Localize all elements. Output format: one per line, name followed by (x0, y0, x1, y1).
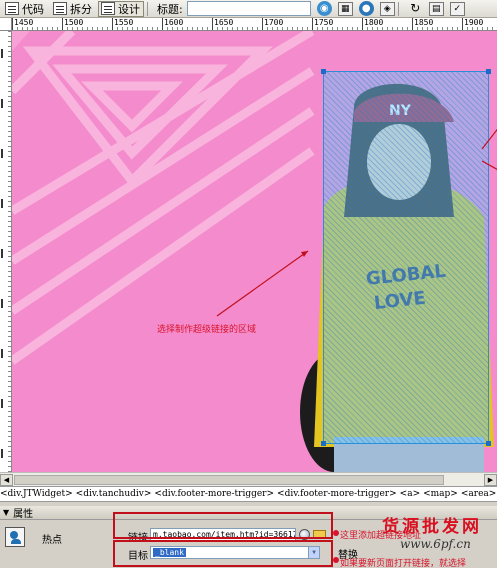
ruler-tick-label: 1650 (214, 18, 234, 27)
split-view-icon (53, 2, 67, 15)
refresh-icon[interactable]: ↻ (408, 2, 423, 16)
code-view-button[interactable]: 代码 (2, 1, 48, 17)
ruler-tick-label: 1600 (164, 18, 184, 27)
hotspot-label: 热点 (42, 535, 62, 546)
watermark-url: www.6pf.cn (400, 537, 471, 551)
design-view-label: 设计 (118, 2, 140, 16)
scroll-left-icon[interactable]: ◀ (0, 474, 13, 486)
ruler-tick-label: 1500 (64, 18, 84, 27)
file-management-icon[interactable]: ▦ (337, 1, 353, 16)
properties-title: 属性 (13, 509, 34, 520)
target-annotation: 如果要新页面打开链接，就选择 (340, 559, 467, 568)
split-view-button[interactable]: 拆分 (50, 1, 96, 17)
design-view-button[interactable]: 设计 (98, 0, 144, 17)
canvas-annotation: 选择制作超级链接的区域 (157, 325, 257, 335)
tag-selector-item[interactable]: <map> (423, 489, 461, 499)
annotation-dot-1 (333, 530, 339, 536)
ruler-tick-label: 1900 (464, 18, 484, 27)
scroll-thumb[interactable] (14, 475, 444, 485)
split-view-label: 拆分 (70, 2, 92, 16)
tag-selector-item[interactable]: <area> (461, 489, 497, 499)
hotspot-icon (5, 527, 25, 547)
title-label: 标题: (157, 2, 183, 16)
tag-selector-item[interactable]: <div.footer-more-trigger> (154, 489, 277, 499)
document-toolbar: 代码 拆分 设计 标题: ◉ ▦ ● ◈ ↻ ▤ ✓ (0, 0, 497, 18)
visual-aids-icon[interactable]: ◈ (379, 1, 395, 16)
ruler-tick-label: 1450 (14, 18, 34, 27)
watermark-brand: 货源批发网 (382, 517, 482, 537)
annotation-arrow (216, 128, 497, 317)
browser-preview-icon[interactable]: ◉ (316, 1, 332, 16)
ruler-tick-label: 1750 (314, 18, 334, 27)
target-highlight-box (113, 540, 333, 567)
tag-selector-item[interactable]: <div.tanchudiv> (76, 489, 155, 499)
vertical-ruler (0, 31, 12, 472)
ruler-tick-label: 1850 (414, 18, 434, 27)
horizontal-scrollbar[interactable]: ◀ ▶ (0, 472, 497, 486)
code-view-label: 代码 (22, 2, 44, 16)
tag-selector-bar: <div.JTWidget> <div.tanchudiv> <div.footer… (0, 486, 497, 502)
link-highlight-box (113, 512, 333, 539)
title-input[interactable] (186, 1, 311, 16)
design-view-icon (101, 2, 115, 15)
annotation-dot-2 (333, 557, 339, 563)
view-options-icon[interactable]: ▤ (428, 1, 444, 16)
globe-icon[interactable]: ● (358, 1, 374, 16)
scroll-right-icon[interactable]: ▶ (484, 474, 497, 486)
ruler-tick-label: 1550 (114, 18, 134, 27)
design-canvas[interactable]: NY GLOBAL LOVE 选择制作超级链接的区域 (12, 31, 497, 472)
ruler-tick-label: 1800 (364, 18, 384, 27)
horizontal-ruler: 1450 1500 1550 1600 1650 1700 1750 1800 1850 1900 (12, 18, 497, 31)
code-view-icon (5, 2, 19, 15)
toolbar-separator (147, 1, 148, 16)
ruler-tick-label: 1700 (264, 18, 284, 27)
ruler-corner (0, 18, 12, 31)
tag-selector-item[interactable]: <div.JTWidget> (0, 489, 76, 499)
collapse-triangle-icon[interactable]: ▼ (3, 508, 9, 517)
check-page-icon[interactable]: ✓ (449, 1, 465, 16)
toolbar-separator-2 (397, 1, 399, 16)
tag-selector-item[interactable]: <div.footer-more-trigger> (277, 489, 400, 499)
tag-selector-item[interactable]: <a> (400, 489, 423, 499)
